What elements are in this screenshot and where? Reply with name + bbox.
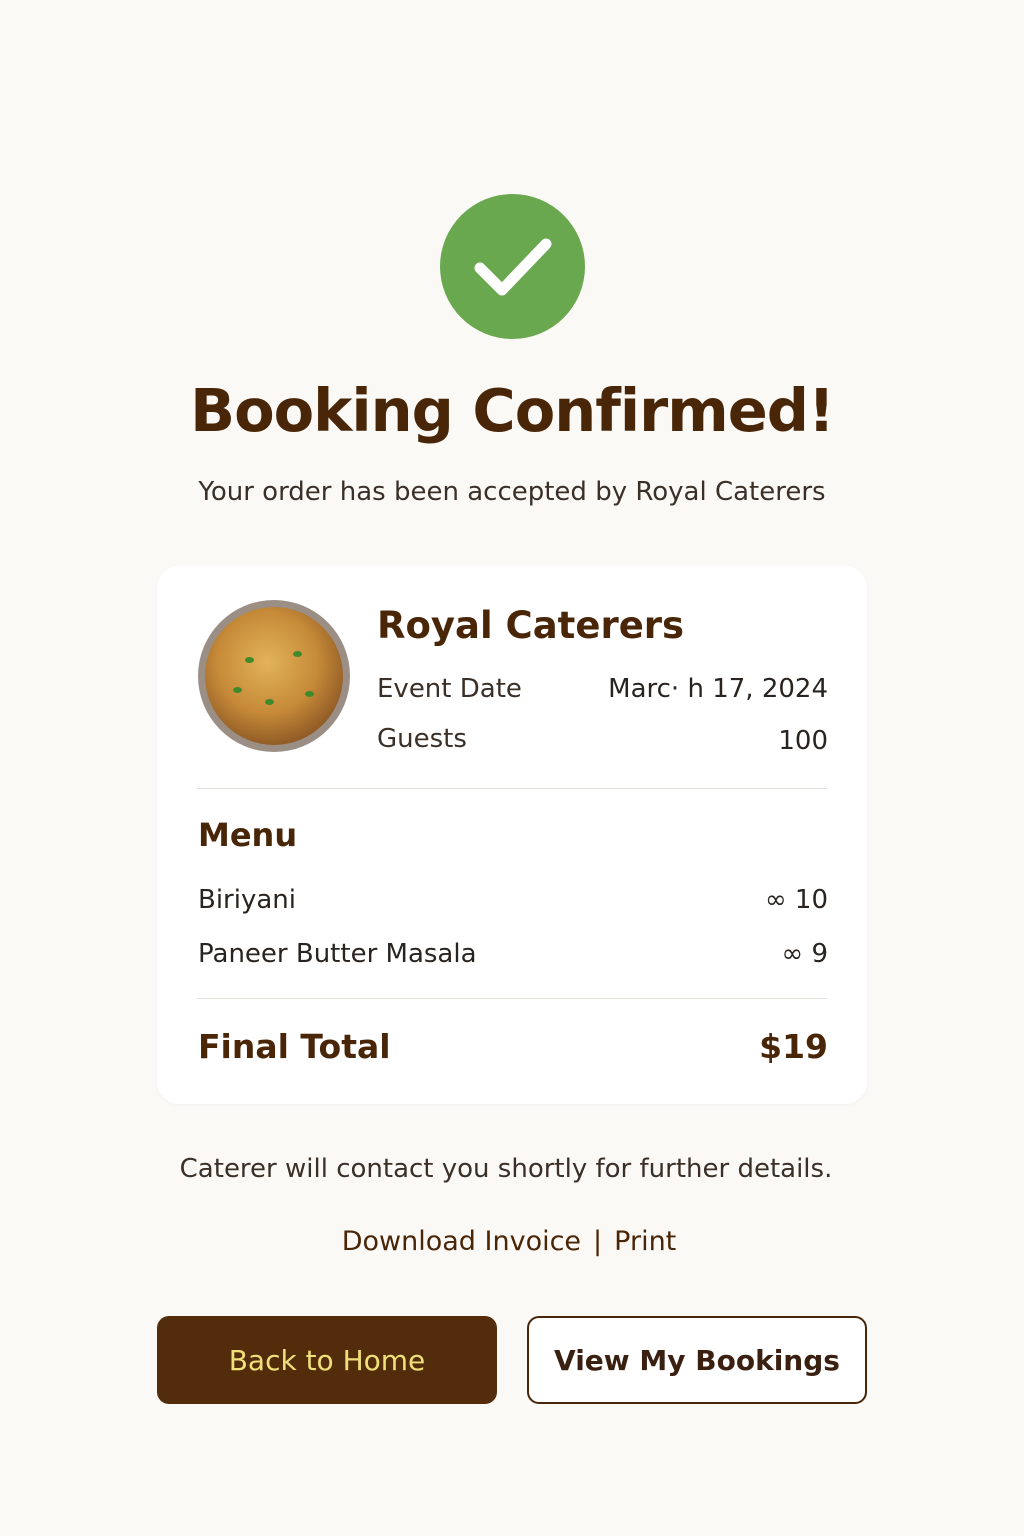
booking-summary-card: Royal Caterers Event Date Marc· h 17, 20… bbox=[157, 566, 867, 1104]
view-my-bookings-button[interactable]: View My Bookings bbox=[527, 1316, 867, 1404]
menu-heading: Menu bbox=[198, 816, 298, 854]
menu-item-price: ∞ 10 bbox=[764, 885, 828, 915]
event-date-label: Event Date bbox=[377, 674, 522, 704]
divider bbox=[197, 788, 827, 789]
success-check-icon bbox=[440, 194, 585, 339]
link-separator: | bbox=[593, 1226, 603, 1257]
guests-label: Guests bbox=[377, 724, 467, 754]
contact-note: Caterer will contact you shortly for fur… bbox=[179, 1154, 833, 1184]
event-date-value: Marc· h 17, 2024 bbox=[608, 674, 828, 704]
divider bbox=[197, 998, 827, 999]
invoice-links: Download Invoice | Print bbox=[0, 1226, 1018, 1257]
menu-item-name: Paneer Butter Masala bbox=[198, 939, 477, 969]
menu-item-price: ∞ 9 bbox=[781, 939, 828, 969]
caterer-name: Royal Caterers bbox=[377, 604, 685, 647]
checkmark-icon bbox=[474, 238, 551, 295]
final-total-label: Final Total bbox=[198, 1027, 391, 1066]
menu-item-name: Biriyani bbox=[198, 885, 296, 915]
page-title: Booking Confirmed! bbox=[190, 376, 835, 445]
page-subtitle: Your order has been accepted by Royal Ca… bbox=[198, 477, 826, 507]
guests-value: 100 bbox=[778, 726, 828, 756]
food-photo bbox=[198, 600, 350, 752]
final-total-value: $19 bbox=[759, 1027, 828, 1066]
download-invoice-link[interactable]: Download Invoice bbox=[342, 1226, 581, 1257]
back-to-home-button[interactable]: Back to Home bbox=[157, 1316, 497, 1404]
print-link[interactable]: Print bbox=[614, 1226, 676, 1257]
